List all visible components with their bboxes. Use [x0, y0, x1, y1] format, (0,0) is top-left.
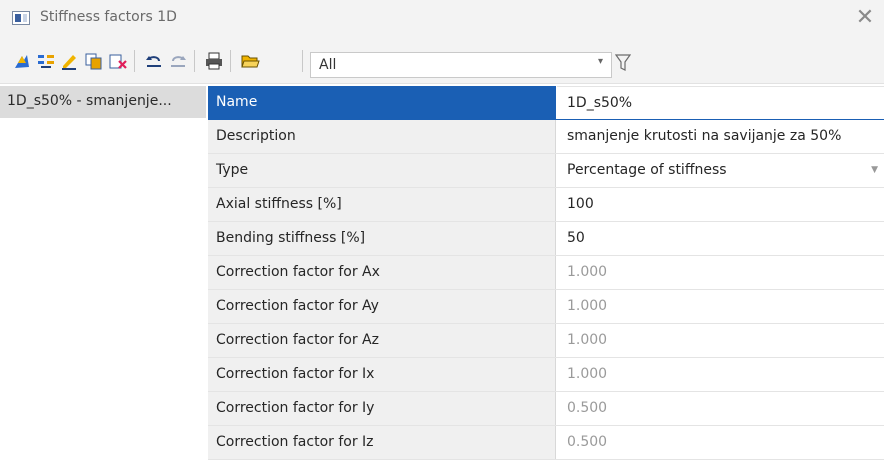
property-label: Correction factor for Iy	[208, 392, 556, 425]
toolbar-separator	[194, 50, 195, 72]
bending-stiffness-field[interactable]: 50	[557, 222, 884, 255]
chevron-down-icon: ▾	[597, 56, 603, 67]
property-grid: Name 1D_s50% Description smanjenje kruto…	[208, 86, 884, 460]
property-row-correction-iy: Correction factor for Iy 0.500	[208, 392, 884, 426]
toolbar-separator	[302, 50, 303, 72]
property-row-bending-stiffness[interactable]: Bending stiffness [%] 50	[208, 222, 884, 256]
list-item[interactable]: 1D_s50% - smanjenje...	[0, 86, 206, 118]
property-label: Correction factor for Iz	[208, 426, 556, 459]
property-label: Description	[208, 120, 556, 153]
property-row-type[interactable]: Type Percentage of stiffness ▼	[208, 154, 884, 188]
property-row-correction-iz: Correction factor for Iz 0.500	[208, 426, 884, 460]
correction-iy-value: 0.500	[557, 392, 884, 425]
filter-selected-value: All	[319, 57, 337, 73]
toolbar: All ▾	[0, 38, 884, 84]
toolbar-separator	[134, 50, 135, 72]
insert-icon[interactable]	[36, 51, 56, 71]
property-label: Name	[208, 86, 556, 119]
property-label: Axial stiffness [%]	[208, 188, 556, 221]
chevron-down-icon: ▼	[871, 165, 878, 175]
toolbar-separator	[230, 50, 231, 72]
property-label: Correction factor for Ix	[208, 358, 556, 391]
open-folder-icon[interactable]	[240, 51, 260, 71]
print-icon[interactable]	[204, 51, 224, 71]
funnel-icon[interactable]	[615, 53, 631, 73]
title-bar: Stiffness factors 1D ✕	[0, 0, 884, 38]
property-row-description[interactable]: Description smanjenje krutosti na savija…	[208, 120, 884, 154]
property-row-correction-ay: Correction factor for Ay 1.000	[208, 290, 884, 324]
copy-icon[interactable]	[84, 51, 104, 71]
edit-icon[interactable]	[60, 51, 80, 71]
new-icon[interactable]	[12, 51, 32, 71]
axial-stiffness-field[interactable]: 100	[557, 188, 884, 221]
description-field[interactable]: smanjenje krutosti na savijanje za 50%	[557, 120, 884, 153]
correction-iz-value: 0.500	[557, 426, 884, 459]
property-label: Correction factor for Ay	[208, 290, 556, 323]
property-row-correction-ax: Correction factor for Ax 1.000	[208, 256, 884, 290]
property-row-correction-az: Correction factor for Az 1.000	[208, 324, 884, 358]
property-label: Correction factor for Az	[208, 324, 556, 357]
property-label: Correction factor for Ax	[208, 256, 556, 289]
list-item-label: 1D_s50% - smanjenje...	[7, 93, 172, 109]
correction-ix-value: 1.000	[557, 358, 884, 391]
delete-icon[interactable]	[108, 51, 128, 71]
property-row-axial-stiffness[interactable]: Axial stiffness [%] 100	[208, 188, 884, 222]
property-label: Type	[208, 154, 556, 187]
property-label: Bending stiffness [%]	[208, 222, 556, 255]
undo-icon[interactable]	[144, 51, 164, 71]
type-select[interactable]: Percentage of stiffness ▼	[557, 154, 884, 187]
correction-az-value: 1.000	[557, 324, 884, 357]
name-field[interactable]: 1D_s50%	[557, 86, 884, 119]
type-select-value: Percentage of stiffness	[567, 162, 727, 178]
property-row-correction-ix: Correction factor for Ix 1.000	[208, 358, 884, 392]
correction-ay-value: 1.000	[557, 290, 884, 323]
window-title: Stiffness factors 1D	[40, 9, 177, 25]
correction-ax-value: 1.000	[557, 256, 884, 289]
property-row-name[interactable]: Name 1D_s50%	[208, 86, 884, 120]
filter-select[interactable]: All ▾	[310, 52, 612, 78]
redo-icon[interactable]	[168, 51, 188, 71]
window-icon	[12, 11, 30, 25]
close-button[interactable]: ✕	[852, 6, 878, 32]
